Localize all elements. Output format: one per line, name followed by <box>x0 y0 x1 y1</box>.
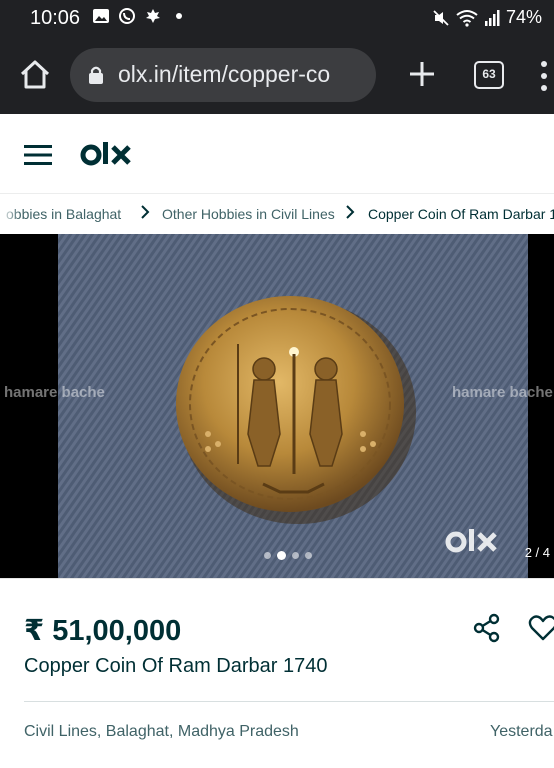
gallery-dot[interactable] <box>292 552 299 559</box>
browser-toolbar: olx.in/item/copper-co 63 <box>0 36 554 114</box>
olx-watermark-logo <box>445 529 497 553</box>
system-status-icons: 74% <box>432 7 542 28</box>
gallery-pagination <box>264 551 312 560</box>
favourite-heart-icon[interactable] <box>528 613 554 643</box>
status-bar: 10:06 74% <box>0 0 554 36</box>
gallery-dot[interactable] <box>305 552 312 559</box>
gallery-dot-active[interactable] <box>277 551 286 560</box>
listing-price: ₹ 51,00,000 <box>24 615 182 647</box>
chevron-right-icon <box>346 205 355 219</box>
status-time: 10:06 <box>30 7 81 29</box>
chevron-right-icon <box>141 205 150 219</box>
mute-icon <box>433 9 449 26</box>
new-tab-icon[interactable] <box>404 56 440 92</box>
lock-icon <box>89 66 103 84</box>
more-notifications-dot-icon <box>176 13 182 19</box>
breadcrumb-item-current: Copper Coin Of Ram Darbar 1 <box>368 206 554 222</box>
listing-posted-date: Yesterda <box>490 723 553 740</box>
image-gallery[interactable]: hamare bache hamare bache 2 / 4 <box>0 234 554 578</box>
gallery-notification-icon <box>93 9 109 23</box>
watermark-left: hamare bache <box>4 384 105 401</box>
image-counter: 2 / 4 <box>524 545 550 560</box>
notification-icons <box>92 8 188 24</box>
viber-notification-icon <box>119 8 135 24</box>
address-bar[interactable]: olx.in/item/copper-co <box>70 48 376 102</box>
breadcrumb-item-hobbies-balaghat[interactable]: obbies in Balaghat <box>6 206 121 222</box>
share-icon[interactable] <box>472 613 502 643</box>
breadcrumb-fade <box>0 194 20 234</box>
tab-switcher-button[interactable]: 63 <box>474 61 504 89</box>
olx-logo[interactable] <box>80 138 134 170</box>
breadcrumb-item-civil-lines[interactable]: Other Hobbies in Civil Lines <box>162 206 335 222</box>
listing-location: Civil Lines, Balaghat, Madhya Pradesh <box>24 723 299 740</box>
gallery-dot[interactable] <box>264 552 271 559</box>
maple-leaf-notification-icon <box>146 9 160 23</box>
watermark-right: hamare bache <box>452 384 553 401</box>
hamburger-menu-icon[interactable] <box>24 144 52 166</box>
url-text[interactable]: olx.in/item/copper-co <box>118 61 368 88</box>
signal-icon <box>484 9 500 26</box>
wifi-icon <box>456 9 478 27</box>
site-header <box>0 114 554 194</box>
home-icon[interactable] <box>18 58 52 92</box>
listing-details: ₹ 51,00,000 Copper Coin Of Ram Darbar 17… <box>0 578 554 768</box>
divider <box>24 701 554 702</box>
battery-percent: 74% <box>505 7 542 27</box>
listing-title: Copper Coin Of Ram Darbar 1740 <box>24 655 328 677</box>
more-options-icon[interactable] <box>540 60 548 92</box>
breadcrumb: obbies in Balaghat Other Hobbies in Civi… <box>0 194 554 234</box>
